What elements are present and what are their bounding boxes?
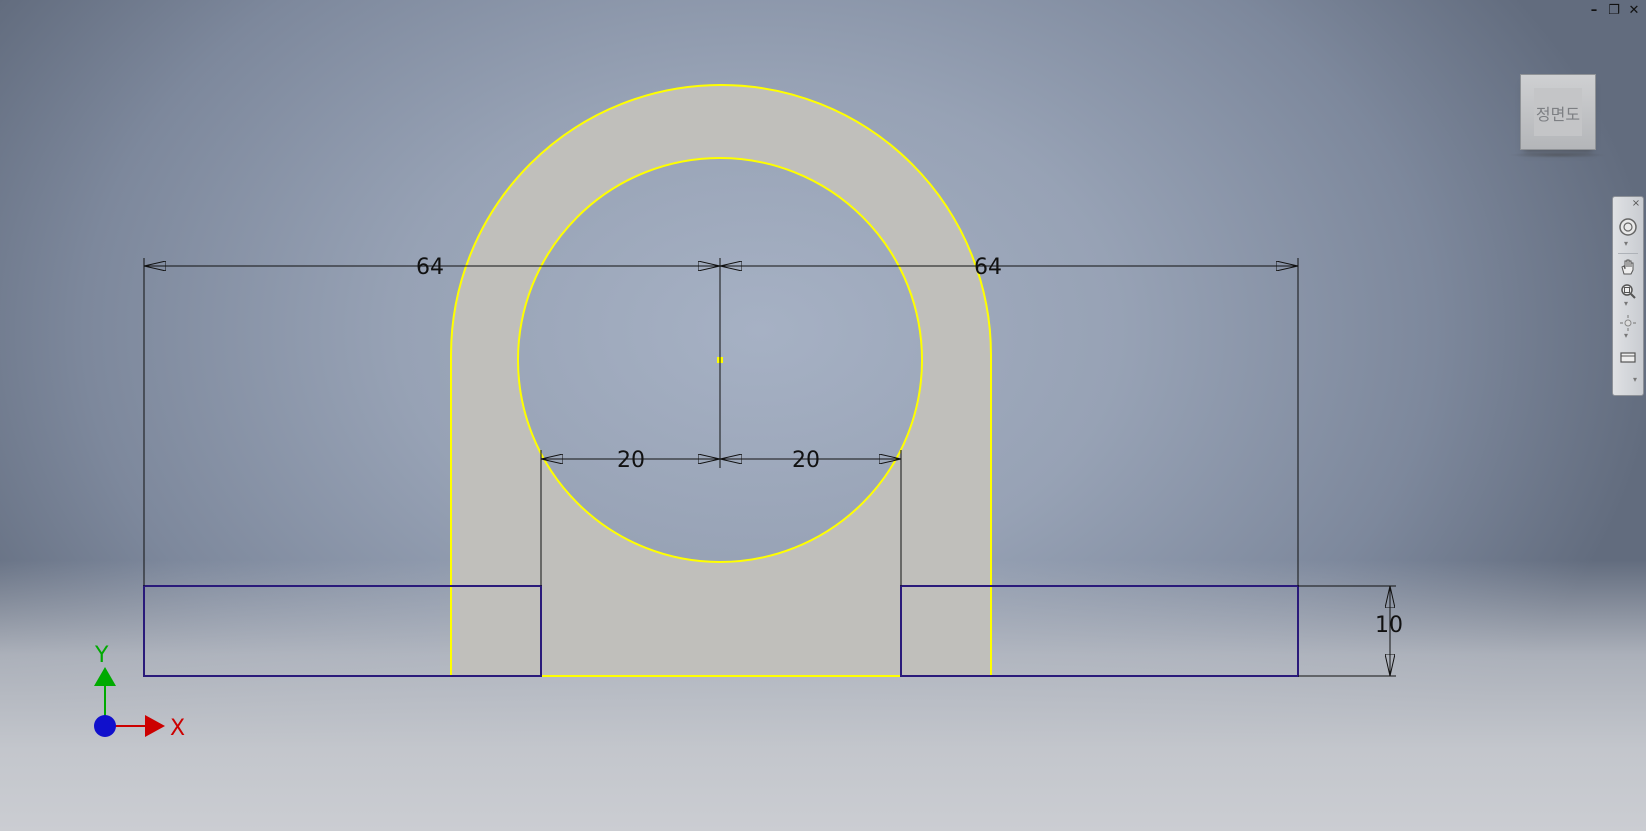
view-cube[interactable]: 정면도 bbox=[1520, 74, 1596, 150]
nav-bar-close-button[interactable]: × bbox=[1631, 197, 1641, 209]
sketch-profile-fill[interactable] bbox=[451, 85, 991, 676]
close-button[interactable]: ✕ bbox=[1626, 4, 1642, 20]
nav-divider bbox=[1618, 253, 1638, 254]
customize-menu-icon[interactable]: ▾ bbox=[1633, 375, 1637, 384]
x-axis-arrow bbox=[145, 715, 165, 737]
view-cube-shadow bbox=[1508, 152, 1608, 158]
x-axis-label: X bbox=[170, 716, 185, 741]
sketch-canvas[interactable]: 64 64 20 20 10 Y X bbox=[0, 0, 1646, 831]
coordinate-triad: Y X bbox=[94, 643, 185, 741]
dim-left-64-label[interactable]: 64 bbox=[416, 255, 444, 280]
navigation-bar[interactable]: × ▾ ▾ ▾ ▾ bbox=[1612, 196, 1644, 396]
restore-button[interactable]: ❐ bbox=[1606, 4, 1622, 20]
window-controls: – ❐ ✕ bbox=[1586, 4, 1642, 20]
y-axis-arrow bbox=[94, 667, 116, 686]
dim-right-20-label[interactable]: 20 bbox=[792, 448, 820, 473]
look-at-icon[interactable] bbox=[1617, 347, 1639, 367]
dim-left-20-label[interactable]: 20 bbox=[617, 448, 645, 473]
graphics-viewport[interactable]: 64 64 20 20 10 Y X – ❐ ✕ 정면도 × ▾ ▾ ▾ ▾ bbox=[0, 0, 1646, 831]
minimize-button[interactable]: – bbox=[1586, 4, 1602, 20]
origin-sphere bbox=[94, 715, 116, 737]
y-axis-label: Y bbox=[94, 643, 109, 668]
zoom-icon[interactable] bbox=[1617, 281, 1639, 301]
dim-height-10-label[interactable]: 10 bbox=[1375, 613, 1403, 638]
orbit-icon[interactable] bbox=[1617, 313, 1639, 333]
chevron-down-icon[interactable]: ▾ bbox=[1624, 299, 1628, 308]
dim-right-64-label[interactable]: 64 bbox=[974, 255, 1002, 280]
chevron-down-icon[interactable]: ▾ bbox=[1624, 239, 1628, 248]
steering-wheel-icon[interactable] bbox=[1617, 217, 1639, 237]
view-cube-face-label: 정면도 bbox=[1535, 105, 1581, 124]
pan-hand-icon[interactable] bbox=[1617, 257, 1639, 277]
chevron-down-icon[interactable]: ▾ bbox=[1624, 331, 1628, 340]
